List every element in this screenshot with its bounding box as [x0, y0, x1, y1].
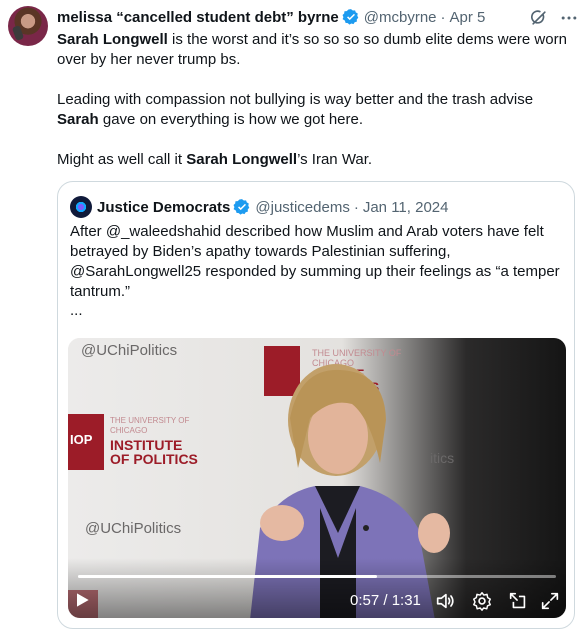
highlight-term: Sarah: [57, 111, 99, 128]
paragraph-text: Might as well call it: [57, 151, 187, 168]
play-icon[interactable]: [72, 590, 92, 610]
separator-dot: ·: [440, 8, 446, 26]
video-progress-bar[interactable]: [78, 575, 556, 578]
highlight-term: Sarah Longwell: [186, 151, 298, 168]
quoted-author-name[interactable]: Justice Democrats: [97, 199, 230, 216]
university-name: THE UNIVERSITY OF CHICAGO: [110, 416, 190, 435]
author-avatar[interactable]: [8, 6, 48, 46]
tweet-paragraph-2: Leading with compassion not bullying is …: [57, 90, 569, 130]
politics-label: OF POLITICS: [110, 451, 198, 467]
highlight-term: Sarah Longwell: [57, 31, 168, 48]
video-controls: 0:57 / 1:31: [68, 586, 566, 614]
paragraph-text: ’s Iran War.: [297, 151, 373, 168]
volume-icon[interactable]: [434, 590, 456, 612]
grok-icon[interactable]: [529, 8, 549, 28]
author-name[interactable]: melissa “cancelled student debt” byrne: [57, 9, 339, 26]
video-player[interactable]: @UChiPolitics @UChiPolitics IOP THE UNIV…: [68, 338, 566, 618]
verified-badge-icon: [342, 9, 359, 25]
tweet-paragraph-1: Sarah Longwell is the worst and it’s so …: [57, 30, 569, 70]
tweet-header: melissa “cancelled student debt” byrne @…: [57, 6, 485, 28]
tweet-text: Sarah Longwell is the worst and it’s so …: [57, 30, 569, 190]
quoted-tweet-ellipsis: ...: [70, 302, 83, 319]
video-watermark-top: @UChiPolitics: [81, 342, 178, 359]
quoted-tweet-date[interactable]: Jan 11, 2024: [363, 199, 449, 216]
paragraph-text: Leading with compassion not bullying is …: [57, 91, 534, 108]
fullscreen-icon[interactable]: [539, 590, 561, 612]
tweet: melissa “cancelled student debt” byrne @…: [0, 0, 584, 639]
popout-icon[interactable]: [507, 590, 529, 612]
quoted-tweet[interactable]: Justice Democrats @justicedems · Jan 11,…: [57, 181, 575, 629]
tweet-paragraph-3: Might as well call it Sarah Longwell’s I…: [57, 150, 569, 170]
institute-label: INSTITUTE: [110, 437, 183, 453]
author-handle[interactable]: @mcbyrne: [364, 9, 437, 26]
iop-banner-left: IOP THE UNIVERSITY OF CHICAGO INSTITUTE …: [68, 414, 216, 470]
quoted-tweet-text: After @_waleedshahid described how Musli…: [70, 223, 560, 300]
video-watermark-bottom: @UChiPolitics: [85, 520, 182, 537]
video-time: 0:57 / 1:31: [350, 592, 421, 609]
quoted-author-handle[interactable]: @justicedems: [255, 199, 349, 216]
verified-badge-icon: [233, 199, 250, 215]
iop-logo-text: IOP: [70, 432, 93, 447]
tweet-date[interactable]: Apr 5: [450, 9, 486, 26]
video-progress-fill: [78, 575, 378, 578]
separator-dot: ·: [353, 198, 359, 216]
more-icon[interactable]: [559, 8, 579, 28]
quoted-author-avatar[interactable]: [70, 196, 92, 218]
quoted-tweet-header: Justice Democrats @justicedems · Jan 11,…: [70, 196, 449, 218]
paragraph-text: gave on everything is how we got here.: [98, 111, 364, 128]
settings-icon[interactable]: [471, 590, 493, 612]
